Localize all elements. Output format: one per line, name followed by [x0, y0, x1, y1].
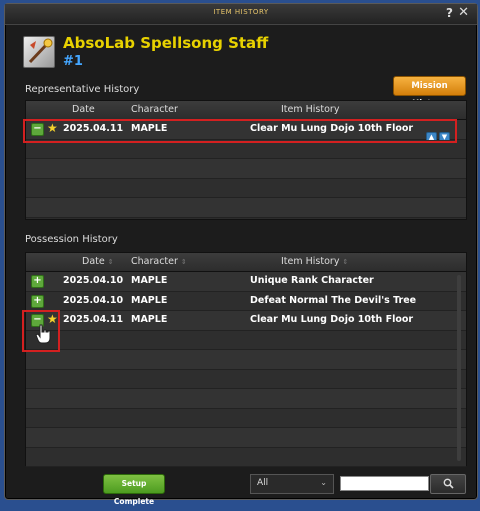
table-row[interactable]: + 2025.04.10 MAPLE Unique Rank Character	[26, 272, 466, 292]
column-date: Date	[72, 104, 95, 115]
representative-table-header: Date Character Item History	[26, 101, 466, 120]
filter-value: All	[257, 478, 269, 488]
empty-row	[26, 389, 466, 409]
search-input[interactable]	[340, 476, 429, 491]
search-button[interactable]	[430, 474, 466, 494]
scrollbar[interactable]	[457, 275, 461, 461]
row-character: MAPLE	[131, 314, 168, 325]
empty-row	[26, 350, 466, 370]
close-icon[interactable]: ✕	[458, 5, 469, 20]
row-character: MAPLE	[131, 275, 168, 286]
empty-row	[26, 369, 466, 389]
setup-complete-button[interactable]: Setup Complete	[103, 474, 165, 506]
help-icon[interactable]: ?	[446, 6, 453, 20]
hand-cursor-icon	[33, 323, 55, 349]
representative-history-label: Representative History	[25, 84, 140, 95]
item-number: #1	[63, 54, 83, 69]
window-title: ITEM HISTORY	[213, 8, 269, 16]
table-row[interactable]: − ★ 2025.04.11 MAPLE Clear Mu Lung Dojo …	[26, 311, 466, 331]
empty-row	[26, 408, 466, 428]
row-date: 2025.04.11	[63, 314, 124, 325]
table-row[interactable]: + 2025.04.10 MAPLE Defeat Normal The Dev…	[26, 291, 466, 311]
column-character[interactable]: Character ⇕	[131, 256, 187, 267]
empty-row	[26, 447, 466, 467]
possession-table-header: Date ⇕ Character ⇕ Item History ⇕	[26, 253, 466, 272]
mission-history-button[interactable]: Mission History	[393, 76, 466, 109]
possession-table: Date ⇕ Character ⇕ Item History ⇕ + 2025.04…	[25, 252, 467, 467]
row-character: MAPLE	[131, 294, 168, 306]
selected-row-highlight	[23, 119, 457, 143]
item-history-window: ITEM HISTORY ? ✕ AbsoLab Spellsong Staff…	[4, 3, 478, 506]
empty-row	[26, 159, 466, 179]
empty-row	[26, 198, 466, 218]
possession-history-label: Possession History	[25, 234, 118, 245]
column-item-history: Item History	[281, 104, 340, 115]
chevron-down-icon: ⌄	[320, 478, 327, 487]
row-date: 2025.04.10	[63, 294, 124, 306]
item-name: AbsoLab Spellsong Staff	[63, 34, 269, 52]
possession-rows: + 2025.04.10 MAPLE Unique Rank Character…	[26, 272, 466, 467]
row-history: Clear Mu Lung Dojo 10th Floor	[250, 314, 414, 325]
empty-row	[26, 178, 466, 198]
empty-row	[26, 428, 466, 448]
expand-icon[interactable]: +	[31, 275, 44, 288]
column-character: Character	[131, 104, 178, 115]
row-history: Defeat Normal The Devil's Tree	[250, 294, 417, 306]
column-item-history[interactable]: Item History ⇕	[281, 256, 348, 267]
representative-table: Date Character Item History − ★ 2025.04.…	[25, 100, 467, 220]
title-bar[interactable]: ITEM HISTORY ? ✕	[5, 4, 477, 25]
column-date[interactable]: Date ⇕	[82, 256, 114, 267]
expand-icon[interactable]: +	[31, 294, 44, 308]
staff-icon	[23, 36, 55, 68]
row-history: Unique Rank Character	[250, 275, 374, 286]
filter-dropdown[interactable]: All ⌄	[250, 474, 334, 494]
row-date: 2025.04.10	[63, 275, 124, 286]
search-icon	[443, 478, 454, 489]
empty-row	[26, 330, 466, 350]
